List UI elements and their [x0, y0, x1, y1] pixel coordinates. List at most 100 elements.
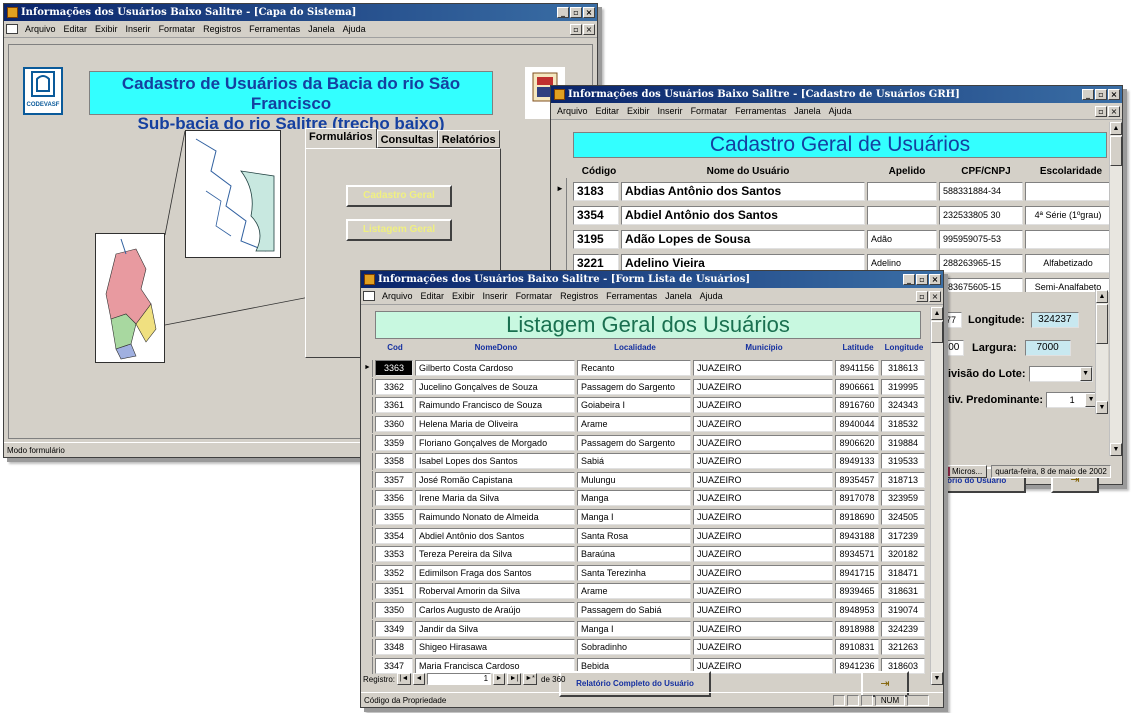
- cell-latitude[interactable]: 8940044: [835, 416, 879, 433]
- cell-nomedono[interactable]: Helena Maria de Oliveira: [415, 416, 575, 433]
- cell-cod[interactable]: 3354: [573, 205, 619, 225]
- cell-latitude[interactable]: 8943188: [835, 527, 879, 544]
- menu-inserir[interactable]: Inserir: [479, 291, 512, 301]
- cell-cpf[interactable]: 588331884-34: [939, 181, 1023, 201]
- menu-janela[interactable]: Janela: [304, 24, 339, 34]
- record-selector[interactable]: [363, 545, 373, 563]
- scroll-thumb[interactable]: [1110, 136, 1122, 166]
- table-row[interactable]: 3351 Roberval Amorin da Silva Arame JUAZEIR…: [363, 582, 933, 601]
- listagem-geral-button[interactable]: Listagem Geral: [346, 219, 452, 241]
- chevron-down-icon[interactable]: ▼: [1079, 367, 1092, 381]
- record-selector[interactable]: [363, 564, 373, 582]
- cell-nomedono[interactable]: Abdiel Antônio dos Santos: [415, 527, 575, 544]
- largura-field[interactable]: 7000: [1024, 340, 1071, 356]
- cell-esc[interactable]: Alfabetizado: [1025, 253, 1111, 273]
- table-row[interactable]: 3349 Jandir da Silva Manga I JUAZEIRO 891898…: [363, 619, 933, 638]
- cell-longitude[interactable]: 318471: [881, 564, 925, 581]
- maximize-button[interactable]: ▫: [916, 274, 928, 285]
- cell-longitude[interactable]: 318613: [881, 360, 925, 377]
- cell-localidade[interactable]: Sabiá: [577, 453, 691, 470]
- record-selector[interactable]: [363, 620, 373, 638]
- nav-current-field[interactable]: 1: [427, 673, 492, 685]
- cell-localidade[interactable]: Santa Rosa: [577, 527, 691, 544]
- cell-cod[interactable]: 3183: [573, 181, 619, 201]
- cell-localidade[interactable]: Goiabeira I: [577, 397, 691, 414]
- menu-exibir[interactable]: Exibir: [623, 106, 654, 116]
- menu-inserir[interactable]: Inserir: [654, 106, 687, 116]
- cell-municipio[interactable]: JUAZEIRO: [693, 527, 833, 544]
- list-scrollbar[interactable]: ▲ ▼: [930, 307, 943, 685]
- longitude-field[interactable]: 324237: [1030, 312, 1079, 328]
- cell-longitude[interactable]: 324239: [881, 620, 925, 637]
- cell-nomedono[interactable]: Irene Maria da Silva: [415, 490, 575, 507]
- table-row[interactable]: 3350 Carlos Augusto de Araújo Passagem do …: [363, 601, 933, 620]
- cell-cpf[interactable]: 232533805 30: [939, 205, 1023, 225]
- cell-longitude[interactable]: 320182: [881, 546, 925, 563]
- minimize-button[interactable]: _: [557, 7, 569, 18]
- cell-cod[interactable]: 3360: [375, 416, 413, 433]
- table-row[interactable]: 3361 Raimundo Francisco de Souza Goiabeira…: [363, 396, 933, 415]
- cell-municipio[interactable]: JUAZEIRO: [693, 639, 833, 656]
- menu-arquivo[interactable]: Arquivo: [21, 24, 60, 34]
- cell-localidade[interactable]: Recanto: [577, 360, 691, 377]
- cell-cod[interactable]: 3350: [375, 602, 413, 619]
- cell-latitude[interactable]: 8939465: [835, 583, 879, 600]
- cell-municipio[interactable]: JUAZEIRO: [693, 564, 833, 581]
- atividade-combo[interactable]: 1 ▼: [1046, 392, 1099, 408]
- cell-nomedono[interactable]: Roberval Amorin da Silva: [415, 583, 575, 600]
- cell-latitude[interactable]: 8917078: [835, 490, 879, 507]
- cell-apelido[interactable]: [867, 205, 937, 225]
- tab-formularios[interactable]: Formulários: [305, 128, 377, 148]
- cell-nomedono[interactable]: Shigeo Hirasawa: [415, 639, 575, 656]
- menu-ferramentas[interactable]: Ferramentas: [731, 106, 790, 116]
- cell-nomedono[interactable]: Tereza Pereira da Silva: [415, 546, 575, 563]
- menu-ajuda[interactable]: Ajuda: [339, 24, 370, 34]
- cell-longitude[interactable]: 321263: [881, 639, 925, 656]
- cell-longitude[interactable]: 319533: [881, 453, 925, 470]
- cell-municipio[interactable]: JUAZEIRO: [693, 509, 833, 526]
- cell-latitude[interactable]: 8910831: [835, 639, 879, 656]
- cell-latitude[interactable]: 8916760: [835, 397, 879, 414]
- cell-cod[interactable]: 3353: [375, 546, 413, 563]
- record-selector[interactable]: [363, 415, 373, 433]
- cell-latitude[interactable]: 8941156: [835, 360, 879, 377]
- cell-cod[interactable]: 3355: [375, 509, 413, 526]
- cell-localidade[interactable]: Arame: [577, 583, 691, 600]
- divisao-combo[interactable]: ▼: [1028, 366, 1093, 382]
- cell-municipio[interactable]: JUAZEIRO: [693, 657, 833, 674]
- cell-nomedono[interactable]: Isabel Lopes dos Santos: [415, 453, 575, 470]
- cell-cod[interactable]: 3362: [375, 378, 413, 395]
- menu-arquivo[interactable]: Arquivo: [553, 106, 592, 116]
- cell-cod[interactable]: 3354: [375, 527, 413, 544]
- cell-municipio[interactable]: JUAZEIRO: [693, 546, 833, 563]
- cell-apelido[interactable]: Adão: [867, 229, 937, 249]
- cell-nome[interactable]: Adão Lopes de Sousa: [621, 229, 865, 249]
- menu-ajuda[interactable]: Ajuda: [825, 106, 856, 116]
- nav-prev-icon[interactable]: ◄: [413, 673, 426, 685]
- menu-exibir[interactable]: Exibir: [91, 24, 122, 34]
- cell-latitude[interactable]: 8941715: [835, 564, 879, 581]
- cell-localidade[interactable]: Passagem do Sargento: [577, 378, 691, 395]
- table-row[interactable]: 3354 Abdiel Antônio dos Santos 232533805 3…: [573, 204, 1113, 226]
- record-selector[interactable]: [363, 434, 373, 452]
- menu-editar[interactable]: Editar: [417, 291, 449, 301]
- scroll-up-icon[interactable]: ▲: [1110, 122, 1122, 135]
- cell-latitude[interactable]: 8948953: [835, 602, 879, 619]
- menu-ferramentas[interactable]: Ferramentas: [602, 291, 661, 301]
- scroll-down-icon[interactable]: ▼: [931, 672, 943, 685]
- cell-longitude[interactable]: 323959: [881, 490, 925, 507]
- cell-cod[interactable]: 3351: [375, 583, 413, 600]
- cell-cod[interactable]: 3357: [375, 471, 413, 488]
- cell-latitude[interactable]: 8934571: [835, 546, 879, 563]
- current-record-arrow-icon[interactable]: ►: [363, 359, 373, 377]
- titlebar[interactable]: Informações dos Usuários Baixo Salitre -…: [4, 4, 597, 21]
- table-row[interactable]: 3353 Tereza Pereira da Silva Baraúna JUAZEI…: [363, 545, 933, 564]
- cell-municipio[interactable]: JUAZEIRO: [693, 490, 833, 507]
- cadastro-geral-button[interactable]: Cadastro Geral: [346, 185, 452, 207]
- menu-inserir[interactable]: Inserir: [122, 24, 155, 34]
- cell-nomedono[interactable]: Jucelino Gonçalves de Souza: [415, 378, 575, 395]
- cell-localidade[interactable]: Manga: [577, 490, 691, 507]
- cell-municipio[interactable]: JUAZEIRO: [693, 434, 833, 451]
- maximize-button[interactable]: ▫: [570, 7, 582, 18]
- menu-formatar[interactable]: Formatar: [687, 106, 732, 116]
